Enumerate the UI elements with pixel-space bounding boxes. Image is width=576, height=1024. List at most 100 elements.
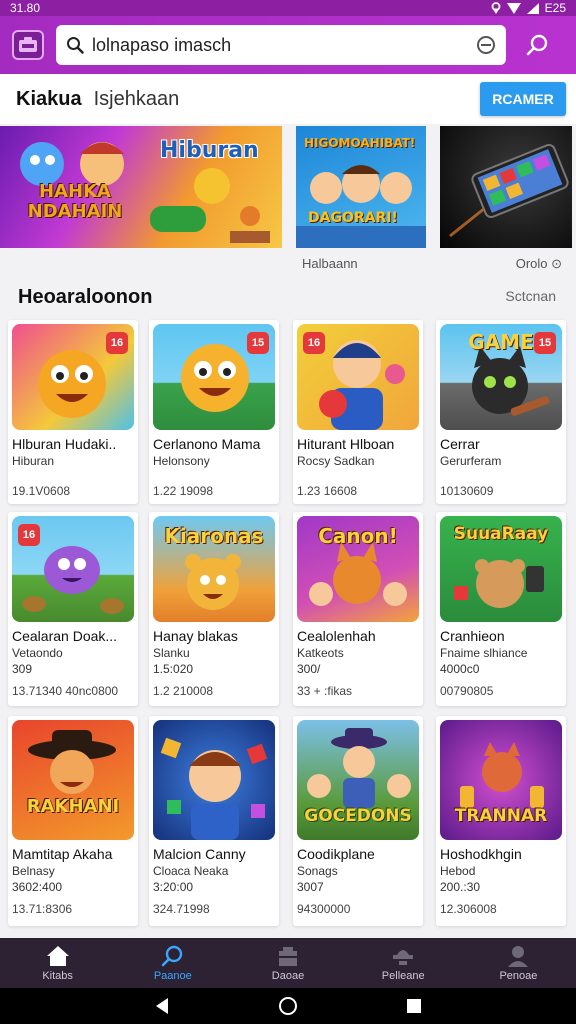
app-logo-icon[interactable] (12, 30, 44, 60)
cowboy-illustration (28, 730, 116, 794)
game-thumbnail: GOCEDONS (297, 720, 419, 840)
search-box[interactable]: lolnapaso imasch (56, 25, 506, 65)
game-thumbnail: 15 (153, 324, 275, 430)
game-badge: 16 (106, 332, 128, 354)
game-title: Malcion Canny (153, 846, 246, 862)
banner-1[interactable]: Hiburan HAHKA NDAHAIN (0, 126, 282, 248)
recents-icon[interactable] (406, 998, 422, 1014)
game-card[interactable]: RAKHANI Mamtitap Akaha Belnasy 3602:400 … (8, 716, 138, 926)
search-icon (161, 945, 182, 966)
carousel-caption-right[interactable]: Orolo ⊙ (516, 256, 562, 272)
man-illustration (160, 737, 268, 840)
section-title: Heoaraloonon (18, 286, 153, 308)
status-icons: E25 (491, 1, 566, 15)
nav-label: Pelleane (381, 969, 425, 982)
game-title: Hoshodkhgin (440, 846, 522, 862)
nav-label: Penoae (499, 969, 538, 982)
game-subtitle-2: 200.:30 (440, 880, 481, 894)
game-thumbnail: 16 (297, 324, 419, 430)
game-thumbnail (153, 720, 275, 840)
game-badge: 15 (534, 332, 556, 354)
game-subtitle: Slanku (153, 646, 190, 660)
nav-item-store[interactable]: Daoae (230, 938, 345, 988)
see-all-link[interactable]: Sctcnan (505, 288, 556, 304)
game-thumbnail: RAKHANI (12, 720, 134, 840)
battery-text: E25 (544, 1, 566, 15)
game-card[interactable]: 15 Cerlanono Mama Helonsony 1.22 19098 (149, 320, 279, 504)
nav-item-profile[interactable]: Penoae (461, 938, 576, 988)
banner-2-subtitle: DAGORARI! (308, 210, 398, 226)
store-icon (279, 946, 297, 966)
game-badge: 16 (18, 524, 40, 546)
carousel-caption-row: Halbaann Orolo ⊙ (0, 256, 576, 274)
game-card[interactable]: TRANNAR Hoshodkhgin Hebod 200.:30 12.306… (436, 716, 566, 926)
game-card[interactable]: Malcion Canny Cloaca Neaka 3:20:00 324.7… (149, 716, 279, 926)
clear-icon[interactable] (476, 35, 496, 55)
game-thumbnail: 16 (12, 324, 134, 430)
game-card[interactable]: GAME 15 Cerrar Gerurferam 10130609 (436, 320, 566, 504)
location-icon (491, 2, 501, 14)
nav-item-games[interactable]: Pelleane (346, 938, 461, 988)
game-thumb-text: TRANNAR (454, 806, 548, 826)
game-card[interactable]: 16 Hlburan Hudaki.. Hiburan 19.1V0608 (8, 320, 138, 504)
game-card[interactable]: 16 Cealaran Doak... Vetaondo 309 13.7134… (8, 512, 138, 706)
nav-item-home[interactable]: Kitabs (0, 938, 115, 988)
search-icon (67, 37, 84, 54)
game-subtitle: Cloaca Neaka (153, 864, 229, 878)
signal-icon (526, 2, 539, 14)
home-icon (46, 945, 69, 966)
phone-illustration (449, 144, 569, 238)
app-search-button[interactable] (522, 29, 554, 61)
status-time: 31.80 (10, 1, 41, 15)
game-subtitle: Belnasy (12, 864, 55, 878)
game-card[interactable]: Kiaronas Hanay blakas Slanku 1.5:020 1.2… (149, 512, 279, 706)
game-meta: 1.22 19098 (153, 484, 214, 498)
game-title: Mamtitap Akaha (12, 846, 113, 862)
game-subtitle-2: 3602:400 (12, 880, 63, 894)
home-circle-icon[interactable] (278, 996, 298, 1016)
game-thumbnail: GAME 15 (440, 324, 562, 430)
game-title: Coodikplane (297, 846, 375, 862)
game-subtitle: Katkeots (297, 646, 344, 660)
game-title: Cerlanono Mama (153, 436, 261, 452)
brand-title: Kiakua (16, 87, 82, 110)
game-card[interactable]: GOCEDONS Coodikplane Sonags 3007 9430000… (293, 716, 423, 926)
game-meta: 94300000 (297, 902, 351, 916)
game-thumb-text: RAKHANI (26, 796, 120, 817)
game-thumbnail: Canon! (297, 516, 419, 622)
nav-item-search[interactable]: Paanoe (115, 938, 230, 988)
nav-label: Paanoe (153, 969, 192, 982)
game-meta: 10130609 (440, 484, 494, 498)
game-subtitle-2: 3007 (297, 880, 324, 894)
back-icon[interactable] (154, 997, 170, 1015)
search-input[interactable]: lolnapaso imasch (92, 35, 476, 56)
game-subtitle: Sonags (297, 864, 338, 878)
status-bar: 31.80 E25 (0, 0, 576, 16)
banner-1-title: Hiburan (160, 138, 259, 163)
game-subtitle: Helonsony (153, 454, 210, 468)
game-card[interactable]: SuuaRaay Cranhieon Fnaime slhiance 4000c… (436, 512, 566, 706)
game-subtitle-2: 1.5:020 (153, 662, 194, 676)
cta-button[interactable]: RCAMER (480, 82, 566, 116)
game-meta: 324.71998 (153, 902, 210, 916)
game-meta: 13.71340 40nc0800 (12, 684, 119, 698)
game-meta: 00790805 (440, 684, 494, 698)
banner-2[interactable]: HIGOMOAHIBAT! DAGORARI! (296, 126, 426, 248)
game-thumbnail: TRANNAR (440, 720, 562, 840)
game-title: Cealaran Doak... (12, 628, 118, 644)
nav-label: Daoae (271, 969, 305, 982)
game-card[interactable]: 16 Hiturant Hlboan Rocsy Sadkan 1.23 166… (293, 320, 423, 504)
wifi-icon (506, 2, 521, 14)
game-subtitle: Hiburan (12, 454, 55, 468)
game-subtitle: Rocsy Sadkan (297, 454, 375, 468)
banner-1-subtitle: HAHKA NDAHAIN (27, 181, 123, 222)
brand-subtitle: Isjehkaan (93, 87, 180, 110)
game-badge: 15 (247, 332, 269, 354)
game-subtitle: Gerurferam (440, 454, 502, 468)
header-row: Kiakua Isjehkaan RCAMER (0, 74, 576, 124)
game-meta: 13.71:8306 (12, 902, 73, 916)
banner-3[interactable] (440, 126, 572, 248)
game-card[interactable]: Canon! Cealolenhah Katkeots 300/ 33 + :f… (293, 512, 423, 706)
game-thumbnail: SuuaRaay (440, 516, 562, 622)
game-subtitle-2: 309 (12, 662, 33, 676)
